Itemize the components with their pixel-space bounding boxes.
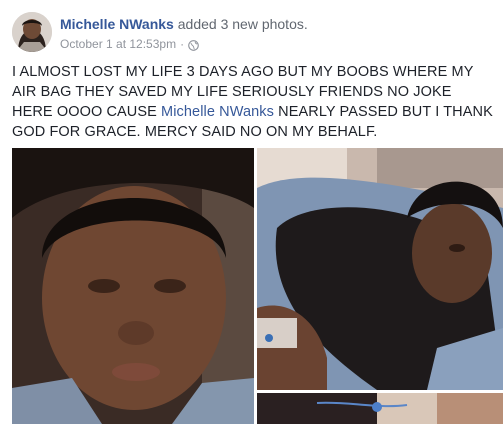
author-name-link[interactable]: Michelle NWanks <box>60 16 174 32</box>
post-action-text: added 3 new photos. <box>177 16 308 32</box>
photo-2[interactable] <box>257 148 503 390</box>
photo-1[interactable] <box>12 148 254 424</box>
post-header: Michelle NWanks added 3 new photos. <box>60 15 308 33</box>
post-text: I ALMOST LOST MY LIFE 3 DAYS AGO BUT MY … <box>12 62 494 142</box>
avatar[interactable] <box>12 12 52 52</box>
meta-separator: · <box>180 37 185 51</box>
timestamp-link[interactable]: October 1 at 12:53pm <box>60 36 176 52</box>
facebook-post: Michelle NWanks added 3 new photos. Octo… <box>0 0 503 424</box>
post-meta: October 1 at 12:53pm · <box>60 36 199 52</box>
mention-link[interactable]: Michelle NWanks <box>161 104 274 120</box>
globe-icon[interactable] <box>188 39 199 51</box>
photo-3[interactable] <box>257 393 503 424</box>
